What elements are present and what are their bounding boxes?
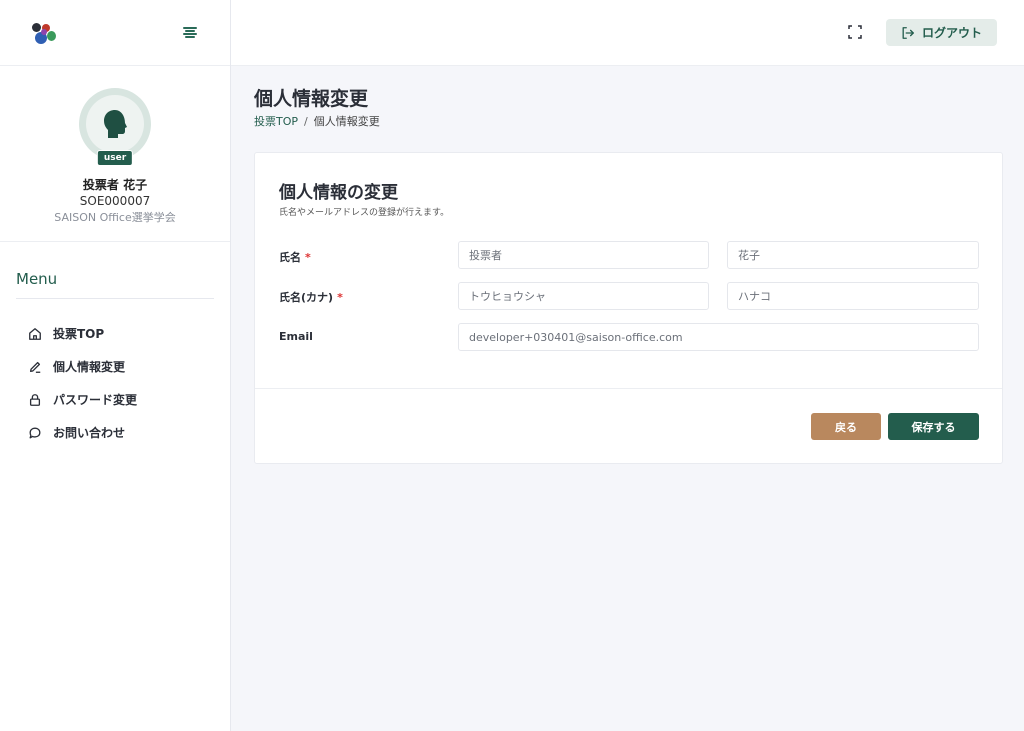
avatar: user	[79, 88, 151, 166]
profile-name: 投票者 花子	[82, 178, 148, 192]
card-divider	[255, 388, 1002, 389]
sidebar-item-label: お問い合わせ	[53, 426, 126, 440]
page-title: 個人情報変更	[254, 88, 369, 110]
email-label: Email	[279, 330, 313, 343]
top-header: ログアウト	[231, 0, 1024, 66]
breadcrumb-home-link[interactable]: 投票TOP	[254, 113, 298, 129]
sidebar-item-label: パスワード変更	[53, 393, 138, 407]
form-subtitle: 氏名やメールアドレスの登録が行えます。	[279, 208, 450, 218]
required-mark: *	[337, 291, 343, 304]
pencil-icon	[29, 361, 41, 373]
logout-label: ログアウト	[921, 26, 982, 40]
email-field[interactable]	[458, 323, 979, 351]
profile-form-card: 個人情報の変更 氏名やメールアドレスの登録が行えます。 氏名* 氏名(カナ)* …	[254, 152, 1003, 464]
logout-button[interactable]: ログアウト	[886, 19, 997, 46]
sidebar-item-profile-edit[interactable]: 個人情報変更	[0, 350, 230, 383]
sidebar-item-password[interactable]: パスワード変更	[0, 383, 230, 416]
menu-title: Menu	[16, 270, 214, 299]
sidebar-item-label: 個人情報変更	[53, 360, 126, 374]
sidebar-header	[0, 0, 230, 66]
app-logo[interactable]	[30, 21, 58, 45]
menu-list: 投票TOP 個人情報変更 パスワード変更 お問い合わせ	[0, 317, 230, 449]
save-button[interactable]: 保存する	[888, 413, 979, 440]
chat-icon	[29, 427, 41, 438]
breadcrumb: 投票TOP / 個人情報変更	[254, 113, 380, 129]
user-profile: user 投票者 花子 SOE000007 SAISON Office選挙学会	[0, 66, 230, 242]
profile-id: SOE000007	[79, 194, 151, 208]
name-label: 氏名 *	[279, 251, 311, 264]
back-button[interactable]: 戻る	[811, 413, 881, 440]
menu-toggle-icon[interactable]	[182, 26, 198, 40]
first-name-input[interactable]	[727, 241, 979, 269]
breadcrumb-current: 個人情報変更	[313, 115, 380, 128]
lock-icon	[29, 393, 41, 406]
last-name-input[interactable]	[458, 241, 709, 269]
sidebar: user 投票者 花子 SOE000007 SAISON Office選挙学会 …	[0, 0, 231, 731]
last-name-kana-input[interactable]	[458, 282, 709, 310]
role-badge: user	[96, 150, 134, 166]
sidebar-item-contact[interactable]: お問い合わせ	[0, 416, 230, 449]
profile-org: SAISON Office選挙学会	[54, 211, 176, 224]
sidebar-item-vote-top[interactable]: 投票TOP	[0, 317, 230, 350]
sidebar-item-label: 投票TOP	[53, 327, 105, 341]
kana-label: 氏名(カナ) *	[279, 291, 343, 304]
first-name-kana-input[interactable]	[727, 282, 979, 310]
breadcrumb-separator: /	[304, 114, 308, 128]
fullscreen-icon[interactable]	[848, 25, 862, 39]
form-title: 個人情報の変更	[279, 183, 398, 203]
logout-icon	[902, 26, 914, 39]
home-icon	[29, 327, 41, 340]
user-head-icon	[104, 110, 127, 138]
required-mark: *	[305, 251, 311, 264]
